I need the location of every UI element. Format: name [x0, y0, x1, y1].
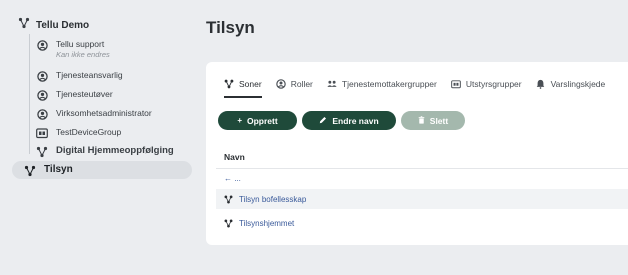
user-circle-icon	[36, 70, 48, 82]
device-group-icon	[451, 79, 461, 89]
sidebar-item-label: Tellu support	[56, 39, 105, 49]
trash-icon	[418, 115, 425, 126]
page-title: Tilsyn	[206, 18, 255, 37]
network-icon	[224, 219, 233, 228]
sidebar-item-tilsyn[interactable]: Tilsyn	[12, 161, 192, 179]
sidebar-item-sublabel: Kan ikke endres	[56, 50, 110, 59]
group-icon	[327, 79, 337, 89]
tree-connector	[29, 34, 30, 154]
sidebar-item-label: Virksomhetsadministrator	[56, 108, 152, 118]
tab-bar: Soner Roller Tjenestemottakergrupper Uts…	[224, 79, 619, 89]
device-group-icon	[36, 127, 48, 139]
tab-label: Tjenestemottakergrupper	[341, 79, 437, 89]
back-row[interactable]: ← ...	[216, 168, 628, 188]
row-label: Tilsyn bofellesskap	[239, 194, 307, 204]
create-button-label: Opprett	[246, 115, 278, 126]
user-circle-icon	[36, 39, 48, 51]
sidebar: Tellu Demo Tellu support Kan ikke endres…	[0, 0, 200, 275]
sidebar-item-tjenesteansvarlig[interactable]: Tjenesteansvarlig	[36, 69, 123, 82]
column-header-name: Navn	[224, 152, 245, 162]
tab-label: Varslingskjede	[550, 79, 606, 89]
rename-button[interactable]: Endre navn	[302, 111, 396, 130]
table-row[interactable]: Tilsynshjemmet	[216, 213, 628, 233]
sidebar-item-label: Tjenesteansvarlig	[56, 70, 123, 80]
network-icon	[36, 146, 48, 158]
sidebar-item-label: Tjenesteutøver	[56, 89, 113, 99]
sidebar-item-label: Tilsyn	[44, 164, 73, 175]
tab-utstyrsgrupper[interactable]: Utstyrsgrupper	[451, 79, 522, 89]
sidebar-root-tellu-demo[interactable]: Tellu Demo	[18, 16, 90, 34]
user-circle-icon	[36, 89, 48, 101]
tab-varslingskjede[interactable]: Varslingskjede	[536, 79, 606, 89]
tab-roller[interactable]: Roller	[275, 79, 313, 89]
sidebar-item-label: Digital Hjemmeoppfølging	[56, 145, 174, 156]
network-icon	[224, 79, 234, 89]
network-icon	[24, 165, 36, 177]
delete-button[interactable]: Slett	[401, 111, 465, 130]
tab-tjenestemottakergrupper[interactable]: Tjenestemottakergrupper	[327, 79, 437, 89]
rename-button-label: Endre navn	[332, 115, 379, 126]
user-circle-icon	[275, 79, 286, 89]
bell-icon	[536, 79, 546, 89]
sidebar-item-label: TestDeviceGroup	[56, 127, 122, 137]
tab-label: Roller	[290, 79, 313, 89]
tab-label: Utstyrsgrupper	[465, 79, 522, 89]
active-tab-indicator	[224, 96, 262, 98]
back-row-label: ← ...	[224, 174, 241, 183]
network-icon	[224, 195, 233, 204]
tab-soner[interactable]: Soner	[224, 79, 262, 89]
user-circle-icon	[36, 108, 48, 120]
sidebar-item-tjenesteutover[interactable]: Tjenesteutøver	[36, 88, 113, 101]
network-icon	[18, 16, 30, 34]
row-label: Tilsynshjemmet	[239, 218, 295, 228]
content-panel: Soner Roller Tjenestemottakergrupper Uts…	[206, 62, 628, 245]
sidebar-item-virksomhetsadministrator[interactable]: Virksomhetsadministrator	[36, 107, 152, 120]
tab-label: Soner	[239, 79, 262, 89]
sidebar-item-tellu-support[interactable]: Tellu support Kan ikke endres	[36, 38, 110, 60]
create-button[interactable]: + Opprett	[218, 111, 297, 130]
plus-icon: +	[237, 116, 242, 125]
delete-button-label: Slett	[429, 115, 449, 126]
sidebar-item-testdevicegroup[interactable]: TestDeviceGroup	[36, 126, 121, 139]
pencil-icon	[319, 116, 327, 126]
sidebar-item-digital-hjemmeoppfolging[interactable]: Digital Hjemmeoppfølging	[36, 145, 174, 158]
table-row[interactable]: Tilsyn bofellesskap	[216, 189, 628, 209]
sidebar-root-label: Tellu Demo	[36, 19, 90, 31]
